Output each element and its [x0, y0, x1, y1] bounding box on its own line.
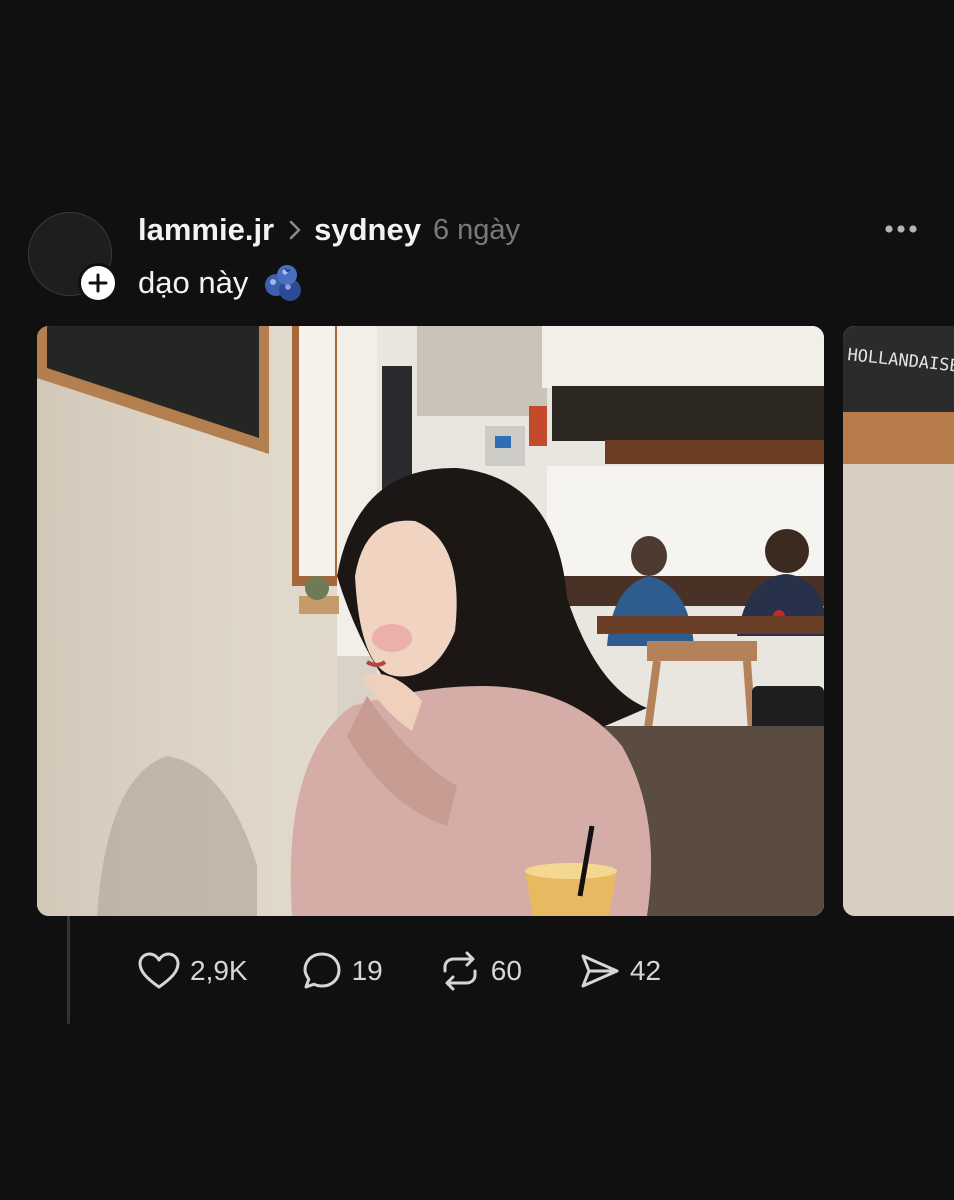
post-timestamp: 6 ngày [432, 213, 521, 246]
post-actions: 2,9K 19 60 42 [138, 948, 661, 994]
send-icon [581, 954, 619, 988]
share-count: 42 [629, 955, 662, 986]
post-photo-next[interactable]: HOLLANDAISE [843, 326, 954, 916]
photo-cafe-chalkboard: HOLLANDAISE [843, 326, 954, 916]
blueberries-icon [262, 263, 306, 303]
post-caption: dạo này [138, 260, 306, 306]
caption-text: dạo này [138, 265, 249, 300]
post-header: lammie.jr sydney 6 ngày [138, 208, 520, 252]
like-button[interactable]: 2,9K [138, 952, 248, 990]
chevron-right-icon [288, 219, 302, 241]
comment-button[interactable]: 19 [302, 951, 383, 991]
repost-count: 60 [490, 955, 522, 986]
follow-button[interactable] [78, 263, 118, 303]
post-photo-main[interactable] [37, 326, 824, 916]
repost-button[interactable]: 60 [439, 951, 522, 991]
plus-icon [88, 273, 108, 293]
more-icon [885, 225, 917, 233]
comment-count: 19 [351, 955, 383, 986]
share-button[interactable]: 42 [580, 952, 661, 990]
comment-icon [303, 952, 341, 989]
username-link[interactable]: lammie.jr [138, 212, 274, 248]
like-count: 2,9K [190, 955, 248, 986]
photo-cafe-girl [37, 326, 824, 916]
repost-icon [443, 951, 477, 991]
more-options-button[interactable] [878, 215, 924, 243]
heart-icon [138, 952, 180, 989]
community-link[interactable]: sydney [314, 212, 421, 248]
